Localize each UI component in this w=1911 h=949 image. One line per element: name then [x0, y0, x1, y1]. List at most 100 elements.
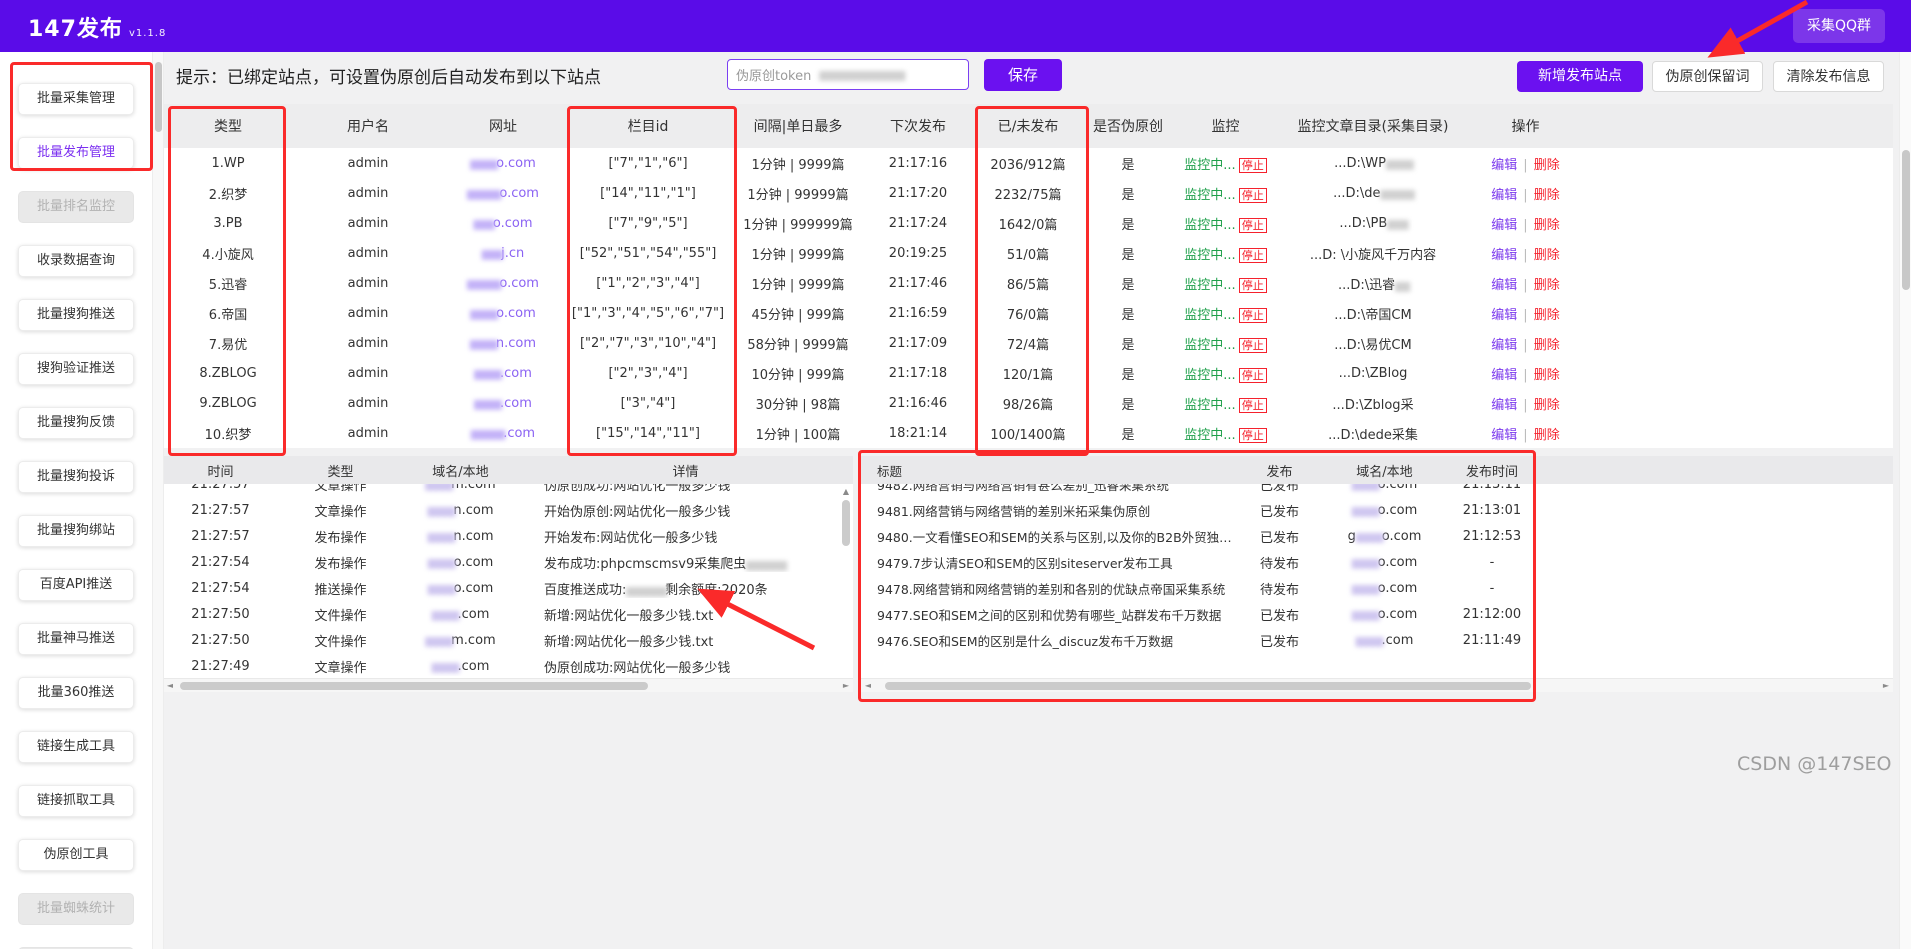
site-url-suffix[interactable]: o.com [496, 306, 536, 321]
sidebar-item[interactable]: 搜狗验证推送 [18, 353, 134, 385]
log-domain-suffix: m.com [451, 484, 496, 492]
site-url-suffix[interactable]: o.com [493, 216, 533, 231]
sidebar-item[interactable]: 批量搜狗推送 [18, 299, 134, 331]
save-button[interactable]: 保存 [984, 59, 1062, 91]
scrollbar-thumb[interactable] [155, 62, 162, 132]
site-url-suffix[interactable]: o.com [499, 186, 539, 201]
qq-group-button[interactable]: 采集QQ群 [1792, 9, 1885, 43]
site-actions: 编辑 | 删除 [1468, 238, 1583, 268]
stop-button[interactable]: 停止 [1238, 157, 1267, 173]
scrollbar-thumb[interactable] [180, 682, 648, 690]
scroll-left-icon[interactable]: ◄ [163, 679, 177, 692]
articles-horizontal-scrollbar[interactable]: ◄ ► [861, 678, 1893, 692]
delete-link[interactable]: 删除 [1534, 308, 1560, 323]
sidebar-item[interactable]: 批量发布管理 [18, 137, 134, 169]
add-site-button[interactable]: 新增发布站点 [1517, 61, 1643, 92]
site-url[interactable]: ▆▆▆▆▆o.com [443, 178, 563, 208]
stop-button[interactable]: 停止 [1238, 427, 1267, 443]
log-type: 文章操作 [314, 504, 367, 520]
delete-link[interactable]: 删除 [1534, 398, 1560, 413]
edit-link[interactable]: 编辑 [1491, 248, 1517, 263]
edit-link[interactable]: 编辑 [1491, 158, 1517, 173]
reserved-words-button[interactable]: 伪原创保留词 [1652, 61, 1763, 92]
scroll-right-icon[interactable]: ► [1879, 679, 1893, 692]
edit-link[interactable]: 编辑 [1491, 218, 1517, 233]
scroll-right-icon[interactable]: ► [839, 679, 853, 692]
site-url[interactable]: ▆▆▆▆n.com [443, 328, 563, 358]
site-url[interactable]: ▆▆▆o.com [443, 208, 563, 238]
sidebar-item[interactable]: 批量采集管理 [18, 83, 134, 115]
site-url-suffix[interactable]: n.com [496, 336, 536, 351]
sidebar-item[interactable]: 批量蜘蛛统计 [18, 893, 134, 925]
site-dir-text: ...D:\WP [1334, 155, 1387, 171]
site-monitor-cell: 监控中... 停止 [1173, 298, 1278, 328]
sidebar-item[interactable]: 收录数据查询 [18, 245, 134, 277]
scrollbar-thumb[interactable] [1902, 150, 1910, 290]
delete-link[interactable]: 删除 [1534, 338, 1560, 353]
site-url-suffix[interactable]: o.com [499, 276, 539, 291]
article-row: 9478.网络营销和网络营销的差别和各别的优缺点帝国采集系统 待发布 ▆▆▆▆o… [861, 575, 1893, 601]
site-url[interactable]: ▆▆▆▆.com [443, 358, 563, 388]
sidebar-item[interactable]: 批量搜狗投诉 [18, 461, 134, 493]
article-title: 9481.网络营销与网络营销的差别米拓采集伪原创 [877, 503, 1151, 519]
log-vertical-scrollbar[interactable]: ▲ [840, 486, 852, 546]
site-url-suffix[interactable]: j.cn [501, 246, 524, 261]
edit-link[interactable]: 编辑 [1491, 278, 1517, 293]
site-url[interactable]: ▆▆▆j.cn [443, 238, 563, 268]
sites-table-body: 1.WP admin ▆▆▆▆o.com ["7","1","6"] 1分钟 |… [163, 148, 1893, 448]
edit-link[interactable]: 编辑 [1491, 398, 1517, 413]
token-input[interactable]: 伪原创token ▆▆▆▆▆▆▆▆▆▆▆▆▆ [727, 59, 969, 90]
edit-link[interactable]: 编辑 [1491, 338, 1517, 353]
scroll-up-icon[interactable]: ▲ [840, 486, 852, 498]
scrollbar-thumb[interactable] [842, 500, 850, 546]
site-url[interactable]: ▆▆▆▆▆o.com [443, 268, 563, 298]
sidebar-item[interactable]: 链接抓取工具 [18, 785, 134, 817]
scrollbar-thumb[interactable] [885, 682, 1531, 690]
article-publish-time: 21:12:00 [1462, 606, 1522, 622]
site-type: 10.织梦 [204, 427, 252, 443]
clear-info-button[interactable]: 清除发布信息 [1773, 61, 1884, 92]
site-url-suffix[interactable]: .com [500, 396, 532, 411]
site-url[interactable]: ▆▆▆▆o.com [443, 298, 563, 328]
sidebar-item[interactable]: 批量360推送 [18, 677, 134, 709]
site-interval: 1分钟 | 99999篇 [747, 187, 849, 203]
delete-link[interactable]: 删除 [1534, 278, 1560, 293]
sidebar-item[interactable]: 批量神马推送 [18, 623, 134, 655]
page-scrollbar[interactable] [1899, 52, 1911, 949]
log-horizontal-scrollbar[interactable]: ◄ ► [163, 678, 853, 692]
stop-button[interactable]: 停止 [1238, 307, 1267, 323]
sidebar-item[interactable]: 批量搜狗反馈 [18, 407, 134, 439]
edit-link[interactable]: 编辑 [1491, 308, 1517, 323]
sidebar-item[interactable]: 批量排名监控 [18, 191, 134, 223]
site-url[interactable]: ▆▆▆▆▆.com [443, 418, 563, 448]
edit-link[interactable]: 编辑 [1491, 428, 1517, 443]
edit-link[interactable]: 编辑 [1491, 188, 1517, 203]
scroll-left-icon[interactable]: ◄ [861, 679, 875, 692]
site-url-suffix[interactable]: .com [500, 366, 532, 381]
delete-link[interactable]: 删除 [1534, 248, 1560, 263]
site-published-count: 98/26篇 [1002, 397, 1054, 413]
sidebar-item[interactable]: 链接生成工具 [18, 731, 134, 763]
delete-link[interactable]: 删除 [1534, 428, 1560, 443]
delete-link[interactable]: 删除 [1534, 188, 1560, 203]
site-url-suffix[interactable]: o.com [496, 156, 536, 171]
stop-button[interactable]: 停止 [1238, 187, 1267, 203]
delete-link[interactable]: 删除 [1534, 158, 1560, 173]
log-time: 21:27:54 [191, 580, 250, 596]
site-url-suffix[interactable]: .com [503, 426, 535, 441]
site-url[interactable]: ▆▆▆▆o.com [443, 148, 563, 178]
stop-button[interactable]: 停止 [1238, 217, 1267, 233]
stop-button[interactable]: 停止 [1238, 247, 1267, 263]
sidebar-item[interactable]: 批量搜狗绑站 [18, 515, 134, 547]
sidebar-item[interactable]: 百度API推送 [18, 569, 134, 601]
site-url[interactable]: ▆▆▆▆.com [443, 388, 563, 418]
edit-link[interactable]: 编辑 [1491, 368, 1517, 383]
stop-button[interactable]: 停止 [1238, 367, 1267, 383]
stop-button[interactable]: 停止 [1238, 337, 1267, 353]
stop-button[interactable]: 停止 [1238, 277, 1267, 293]
sidebar-scrollbar[interactable] [152, 52, 164, 949]
sidebar-item[interactable]: 伪原创工具 [18, 839, 134, 871]
stop-button[interactable]: 停止 [1238, 397, 1267, 413]
delete-link[interactable]: 删除 [1534, 368, 1560, 383]
delete-link[interactable]: 删除 [1534, 218, 1560, 233]
